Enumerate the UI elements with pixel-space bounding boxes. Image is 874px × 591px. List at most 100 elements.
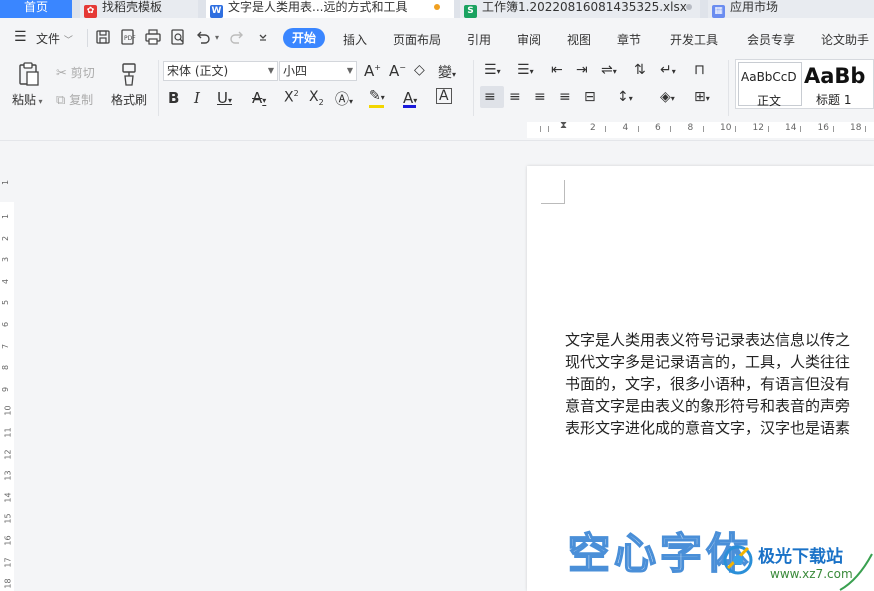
underline-icon[interactable]: U▾ [217,89,232,107]
bullets-icon[interactable]: ☰▾ [484,62,501,78]
file-menu[interactable]: 文件 ﹀ [36,30,73,47]
tab-sections[interactable]: 章节 [617,31,641,48]
ruler-tick [637,126,639,132]
tab-insert[interactable]: 插入 [343,31,367,48]
grow-font-icon[interactable]: A+ [364,62,381,80]
font-name-select[interactable]: 宋体 (正文) ▼ [163,61,278,81]
justify-icon[interactable]: ≡ [559,89,571,105]
tab-review[interactable]: 审阅 [517,31,541,48]
chevron-down-icon: ﹀ [63,36,73,46]
format-painter-button[interactable]: 格式刷 [111,91,147,108]
tab-close-dot-icon[interactable] [686,4,692,10]
file-menu-label: 文件 [36,32,61,46]
shading-icon[interactable]: ◈▾ [660,89,675,105]
tab-references[interactable]: 引用 [467,31,491,48]
vruler-number: 10 [3,405,13,416]
tab-page-layout[interactable]: 页面布局 [393,31,441,48]
redo-icon[interactable] [228,28,248,48]
char-border-icon[interactable]: A [436,88,452,104]
paste-icon[interactable] [14,60,44,88]
line-spacing-icon[interactable]: ↕▾ [617,89,633,105]
ruler-tick [605,126,606,132]
text-effect-icon[interactable]: Ⓐ▾ [335,89,353,109]
vruler-number: 9 [1,386,11,392]
print-preview-icon[interactable] [169,28,189,48]
copy-label: 复制 [69,93,94,107]
tab-spreadsheet[interactable]: S 工作簿1.20220816081435325.xlsx [460,0,700,18]
subscript-icon[interactable]: X2 [309,89,324,107]
tab-stops-icon[interactable]: ⊓ [694,62,705,78]
more-quick-access-icon[interactable] [254,28,274,48]
watermark-brand: 极光下载站 [758,547,843,567]
undo-icon[interactable] [194,28,214,48]
doc-line: 书面的，文字，很多小语种，有语言但没有 [565,375,851,393]
sort-icon[interactable]: ⇅ [634,62,646,78]
cut-label: 剪切 [70,66,95,80]
style-heading1[interactable]: AaBb 标题 1 [804,62,874,107]
vruler-number: 8 [1,365,11,371]
ruler-indent-marker-icon[interactable]: ⧗ [560,120,567,131]
ruler-tick [670,126,671,132]
ruler-tick [548,126,549,132]
strikethrough-icon[interactable]: A▾ [252,89,266,107]
borders-icon[interactable]: ⊞▾ [694,89,710,105]
italic-icon[interactable]: I [194,89,200,107]
aurora-logo-icon [723,545,753,575]
ruler-tick [702,126,704,132]
tab-bar: 首页 ✿ 找稻壳模板 W 文字是人类用表...远的方式和工具 S 工作簿1.20220… [0,0,874,18]
ruler-tick [767,126,769,132]
ruler-tick [832,126,834,132]
ruler-number: 6 [655,123,661,133]
format-painter-icon[interactable] [117,60,141,88]
clear-format-icon[interactable]: ◇ [414,62,425,78]
style-normal[interactable]: AaBbCcD 正文 [738,62,802,108]
vruler-number: 14 [3,492,13,503]
distributed-icon[interactable]: ⊟ [584,89,596,105]
tab-document[interactable]: W 文字是人类用表...远的方式和工具 [206,0,454,18]
phonetic-guide-icon[interactable]: 變▾ [438,62,456,82]
tab-app-market-label: 应用市场 [730,0,779,14]
save-icon[interactable] [94,28,114,48]
shrink-font-icon[interactable]: A− [389,62,406,80]
show-marks-icon[interactable]: ↵▾ [660,62,676,78]
superscript-icon[interactable]: X2 [284,89,299,106]
hamburger-icon[interactable]: ☰ [14,29,27,45]
chinese-layout-icon[interactable]: ⇌▾ [601,62,617,78]
cut-button[interactable]: ✂ 剪切 [56,64,95,81]
decrease-indent-icon[interactable]: ⇤ [551,62,563,78]
scissors-icon: ✂ [56,66,67,81]
align-left-icon[interactable]: ≡ [484,89,496,105]
highlight-icon[interactable]: ✎▾ [369,88,385,104]
bold-icon[interactable]: B [168,89,179,107]
vruler-number: 1 [1,179,11,186]
print-icon[interactable] [144,28,164,48]
copy-icon: ⧉ [56,93,66,108]
undo-dropdown-icon[interactable]: ▾ [215,33,219,42]
increase-indent-icon[interactable]: ⇥ [576,62,588,78]
export-pdf-icon[interactable]: PDF [119,28,139,48]
ruler-number: 2 [590,123,596,133]
tab-paper-assistant[interactable]: 论文助手 [821,31,869,48]
align-right-icon[interactable]: ≡ [534,89,546,105]
vertical-ruler[interactable]: 1 1 2 3 4 5 6 7 8 9 10 11 12 13 14 15 16 17 18 [0,140,16,591]
tab-daoke-templates[interactable]: ✿ 找稻壳模板 [80,0,198,18]
tab-start[interactable]: 开始 [283,28,325,48]
svg-text:PDF: PDF [124,35,136,42]
paste-button[interactable]: 粘贴 ▾ [12,91,43,108]
align-center-icon[interactable]: ≡ [509,89,521,105]
font-size-select[interactable]: 小四 ▼ [279,61,357,81]
unsaved-dot-icon [434,4,440,10]
ruler-number: 8 [687,123,694,133]
paste-label: 粘贴 [12,93,37,107]
document-body[interactable]: 文字是人类用表义符号记录表达信息以传之 现代文字多是记录语言的，工具，人类往往 … [565,329,874,439]
tab-member[interactable]: 会员专享 [747,31,795,48]
tab-view[interactable]: 视图 [567,31,591,48]
font-size-value: 小四 [283,64,308,78]
tab-app-market[interactable]: ▦ 应用市场 [708,0,874,18]
numbering-icon[interactable]: ☰▾ [517,62,534,78]
tab-home[interactable]: 首页 [0,0,72,18]
horizontal-ruler[interactable]: ⧗ 2 4 6 8 10 12 14 16 18 [0,120,874,140]
tab-developer[interactable]: 开发工具 [670,31,718,48]
copy-button[interactable]: ⧉ 复制 [56,91,93,108]
vruler-number: 15 [3,513,13,524]
